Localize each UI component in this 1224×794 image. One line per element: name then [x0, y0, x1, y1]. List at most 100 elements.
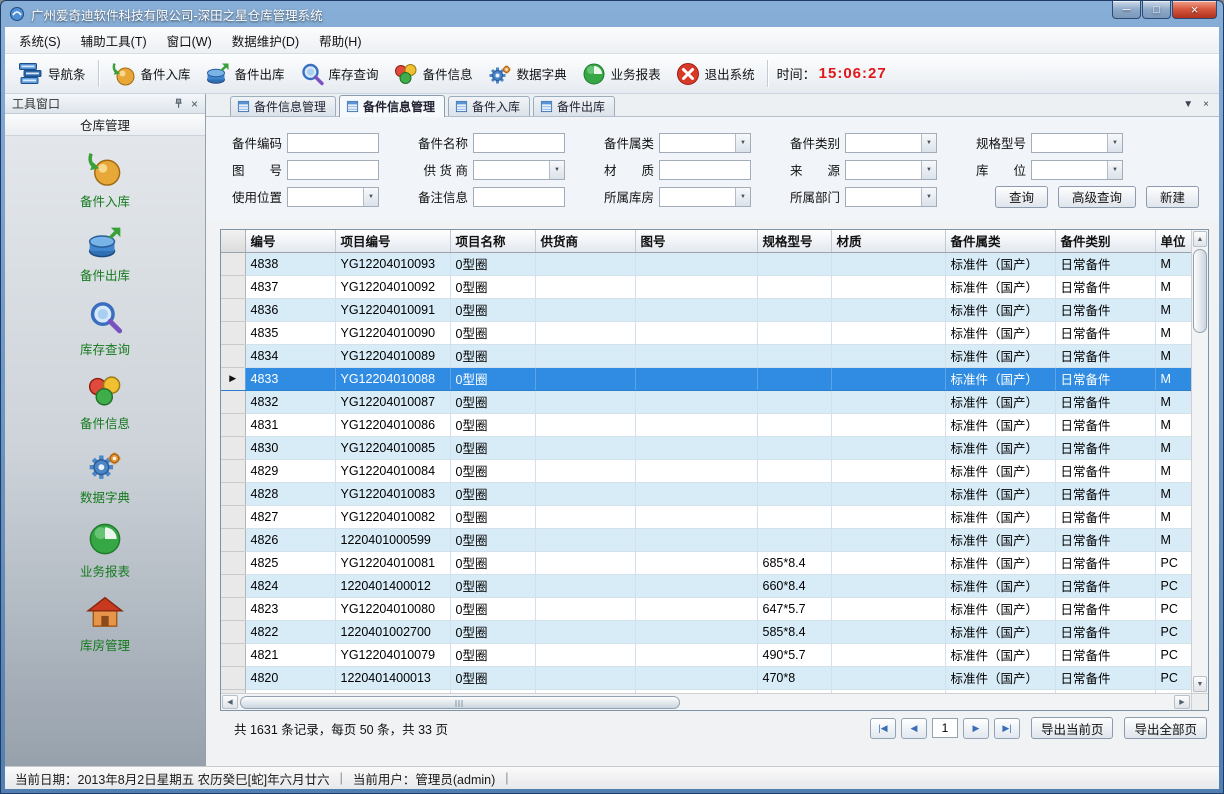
grid-row-4830[interactable]: 4830YG122040100850型圈标准件（国产）日常备件M: [221, 436, 1191, 459]
hscroll-thumb[interactable]: [240, 696, 680, 709]
toolbar-spare-outbound-button[interactable]: 备件出库: [198, 57, 292, 91]
close-tab-icon[interactable]: ×: [1203, 99, 1209, 110]
grid-column-header[interactable]: 单位: [1155, 230, 1191, 252]
grid-column-header[interactable]: 编号: [245, 230, 335, 252]
query-button[interactable]: 查询: [995, 186, 1048, 208]
sidebar-item-stock-query[interactable]: 库存查询: [80, 298, 130, 358]
grid-row-4831[interactable]: 4831YG122040100860型圈标准件（国产）日常备件M: [221, 413, 1191, 436]
close-button[interactable]: ×: [1172, 1, 1217, 19]
maximize-button[interactable]: □: [1142, 1, 1171, 19]
record-summary: 共 1631 条记录，每页 50 条，共 33 页: [234, 719, 448, 738]
export-current-page-button[interactable]: 导出当前页: [1031, 717, 1114, 739]
grid-row-4827[interactable]: 4827YG122040100820型圈标准件（国产）日常备件M: [221, 505, 1191, 528]
scroll-down-icon[interactable]: ▼: [1193, 676, 1207, 692]
vertical-scrollbar[interactable]: ▲ ▼: [1191, 230, 1208, 693]
grid-row-4821[interactable]: 4821YG122040100790型圈490*5.7标准件（国产）日常备件PC: [221, 643, 1191, 666]
sidebar-group-header[interactable]: 仓库管理: [5, 114, 205, 136]
grid-column-header[interactable]: 规格型号: [757, 230, 831, 252]
grid-column-header[interactable]: 供货商: [535, 230, 635, 252]
drawing-no-input[interactable]: [287, 160, 379, 180]
toolbar-nav-bar-button[interactable]: 导航条: [11, 57, 93, 91]
tab-list-dropdown-icon[interactable]: ▼: [1183, 99, 1193, 110]
remark-input[interactable]: [473, 187, 565, 207]
minimize-button[interactable]: ─: [1112, 1, 1141, 19]
pagination-bar: 共 1631 条记录，每页 50 条，共 33 页 |◀ ◀ ▶ ▶| 导出当前…: [206, 711, 1219, 745]
new-button[interactable]: 新建: [1146, 186, 1199, 208]
sidebar-item-data-dictionary[interactable]: 数据字典: [80, 446, 130, 506]
grid-column-header[interactable]: 备件类别: [1055, 230, 1155, 252]
next-page-button[interactable]: ▶: [963, 718, 989, 739]
scroll-up-icon[interactable]: ▲: [1193, 231, 1207, 247]
toolbar-data-dictionary-button[interactable]: 数据字典: [480, 57, 574, 91]
inbound-icon: [86, 150, 124, 188]
advanced-query-button[interactable]: 高级查询: [1058, 186, 1136, 208]
vscroll-track[interactable]: [1192, 334, 1208, 675]
department-select[interactable]: ▼: [845, 187, 937, 207]
grid-column-header[interactable]: 材质: [831, 230, 945, 252]
prev-page-button[interactable]: ◀: [901, 718, 927, 739]
pin-icon[interactable]: [173, 98, 184, 109]
spare-class-select[interactable]: ▼: [845, 133, 937, 153]
grid-column-header[interactable]: 备件属类: [945, 230, 1055, 252]
toolbar-spare-info-button[interactable]: 备件信息: [386, 57, 480, 91]
grid-row-4828[interactable]: 4828YG122040100830型圈标准件（国产）日常备件M: [221, 482, 1191, 505]
grid-row-4832[interactable]: 4832YG122040100870型圈标准件（国产）日常备件M: [221, 390, 1191, 413]
menu-system[interactable]: 系统(S): [9, 27, 71, 55]
form-icon: [540, 100, 553, 113]
grid-row-4833[interactable]: ▶4833YG122040100880型圈标准件（国产）日常备件M: [221, 367, 1191, 390]
menu-help[interactable]: 帮助(H): [309, 27, 371, 55]
sidebar-item-spare-inbound[interactable]: 备件入库: [80, 150, 130, 210]
grid-column-header[interactable]: 项目名称: [450, 230, 535, 252]
grid-column-header[interactable]: 项目编号: [335, 230, 450, 252]
tab-spare-info-mgmt-1[interactable]: 备件信息管理: [230, 96, 336, 116]
spec-model-select[interactable]: ▼: [1031, 133, 1123, 153]
spare-name-input[interactable]: [473, 133, 565, 153]
toolbar-spare-inbound-button[interactable]: 备件入库: [104, 57, 198, 91]
export-all-pages-button[interactable]: 导出全部页: [1124, 717, 1207, 739]
page-number-input[interactable]: [932, 718, 958, 738]
tab-spare-inbound[interactable]: 备件入库: [448, 96, 530, 116]
grid-row-4835[interactable]: 4835YG122040100900型圈标准件（国产）日常备件M: [221, 321, 1191, 344]
search-form: 备件编码备件名称备件属类▼备件类别▼规格型号▼图 号供 货 商▼材 质来 源▼库…: [206, 129, 1219, 210]
spare-category-select[interactable]: ▼: [659, 133, 751, 153]
grid-column-header[interactable]: 图号: [635, 230, 757, 252]
grid-row-4822[interactable]: 482212204010027000型圈585*8.4标准件（国产）日常备件PC: [221, 620, 1191, 643]
spare-code-input[interactable]: [287, 133, 379, 153]
grid-row-4838[interactable]: 4838YG122040100930型圈标准件（国产）日常备件M: [221, 252, 1191, 275]
material-input[interactable]: [659, 160, 751, 180]
grid-row-4825[interactable]: 4825YG122040100810型圈685*8.4标准件（国产）日常备件PC: [221, 551, 1191, 574]
grid-row-4823[interactable]: 4823YG122040100800型圈647*5.7标准件（国产）日常备件PC: [221, 597, 1191, 620]
scroll-left-icon[interactable]: ◀: [222, 695, 238, 709]
menu-aux-tools[interactable]: 辅助工具(T): [71, 27, 157, 55]
scroll-right-icon[interactable]: ▶: [1174, 695, 1190, 709]
grid-row-4824[interactable]: 482412204014000120型圈660*8.4标准件（国产）日常备件PC: [221, 574, 1191, 597]
first-page-button[interactable]: |◀: [870, 718, 896, 739]
sidebar-item-spare-info[interactable]: 备件信息: [80, 372, 130, 432]
sidebar-item-warehouse-mgmt[interactable]: 库房管理: [80, 594, 130, 654]
close-panel-icon[interactable]: ×: [191, 98, 198, 110]
tab-spare-info-mgmt-2[interactable]: 备件信息管理: [339, 95, 445, 117]
sidebar-item-spare-outbound[interactable]: 备件出库: [80, 224, 130, 284]
sidebar-item-business-report[interactable]: 业务报表: [80, 520, 130, 580]
vscroll-thumb[interactable]: [1193, 249, 1207, 333]
toolbar-business-report-button[interactable]: 业务报表: [574, 57, 668, 91]
grid-row-4834[interactable]: 4834YG122040100890型圈标准件（国产）日常备件M: [221, 344, 1191, 367]
toolbar-stock-query-button[interactable]: 库存查询: [292, 57, 386, 91]
warehouse-select[interactable]: ▼: [659, 187, 751, 207]
last-page-button[interactable]: ▶|: [994, 718, 1020, 739]
use-position-select[interactable]: ▼: [287, 187, 379, 207]
grid-row-4837[interactable]: 4837YG122040100920型圈标准件（国产）日常备件M: [221, 275, 1191, 298]
grid-row-4826[interactable]: 482612204010005990型圈标准件（国产）日常备件M: [221, 528, 1191, 551]
grid-row-4820[interactable]: 482012204014000130型圈470*8标准件（国产）日常备件PC: [221, 666, 1191, 689]
menu-window[interactable]: 窗口(W): [157, 27, 222, 55]
location-select[interactable]: ▼: [1031, 160, 1123, 180]
menu-data-maintenance[interactable]: 数据维护(D): [222, 27, 309, 55]
supplier-select[interactable]: ▼: [473, 160, 565, 180]
grid-row-4829[interactable]: 4829YG122040100840型圈标准件（国产）日常备件M: [221, 459, 1191, 482]
grid-row-4836[interactable]: 4836YG122040100910型圈标准件（国产）日常备件M: [221, 298, 1191, 321]
toolbar-exit-system-button[interactable]: 退出系统: [668, 57, 762, 91]
tab-spare-outbound[interactable]: 备件出库: [533, 96, 615, 116]
source-select[interactable]: ▼: [845, 160, 937, 180]
horizontal-scrollbar[interactable]: ◀ ▶: [221, 693, 1191, 710]
titlebar[interactable]: 广州爱奇迪软件科技有限公司-深田之星仓库管理系统 ─ □ ×: [1, 1, 1223, 27]
